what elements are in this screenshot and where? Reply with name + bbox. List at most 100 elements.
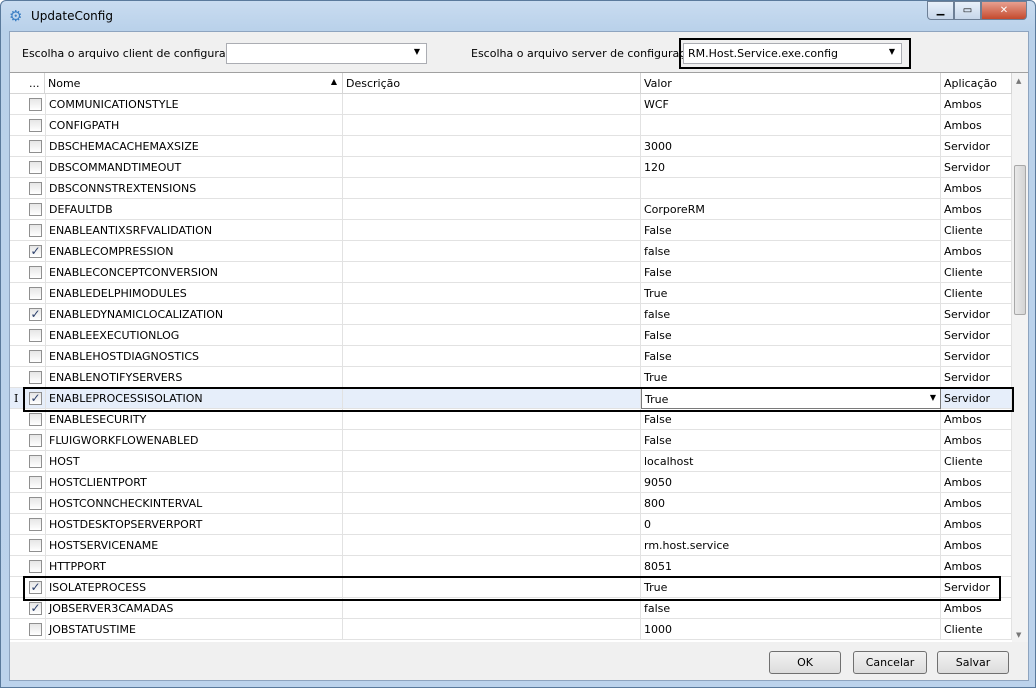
table-row[interactable]: ENABLECONCEPTCONVERSION False Cliente	[10, 262, 1012, 283]
cell-descricao[interactable]	[343, 472, 641, 493]
cell-valor[interactable]: CorporeRM	[641, 199, 941, 220]
column-header-valor[interactable]: Valor	[641, 73, 941, 94]
vertical-scrollbar[interactable]: ▲ ▼	[1012, 73, 1028, 642]
cell-descricao[interactable]	[343, 493, 641, 514]
column-header-descricao[interactable]: Descrição	[343, 73, 641, 94]
cell-descricao[interactable]	[343, 409, 641, 430]
row-checkbox[interactable]	[29, 434, 42, 447]
row-checkbox[interactable]	[29, 560, 42, 573]
table-row[interactable]: HOSTDESKTOPSERVERPORT 0 Ambos	[10, 514, 1012, 535]
row-checkbox[interactable]: ✓	[29, 602, 42, 615]
client-config-select[interactable]: ▼	[226, 43, 427, 64]
cell-valor[interactable]: False	[641, 220, 941, 241]
column-header-nome[interactable]: Nome ▲	[45, 73, 343, 94]
cell-descricao[interactable]	[343, 115, 641, 136]
scrollbar-thumb[interactable]	[1014, 165, 1026, 315]
row-checkbox[interactable]	[29, 539, 42, 552]
table-row[interactable]: ENABLEHOSTDIAGNOSTICS False Servidor	[10, 346, 1012, 367]
scroll-down-icon[interactable]: ▼	[1016, 631, 1021, 639]
row-checkbox[interactable]	[29, 350, 42, 363]
row-checkbox[interactable]	[29, 623, 42, 636]
table-row[interactable]: ENABLENOTIFYSERVERS True Servidor	[10, 367, 1012, 388]
save-button[interactable]: Salvar	[937, 651, 1009, 674]
table-row[interactable]: HTTPPORT 8051 Ambos	[10, 556, 1012, 577]
cell-descricao[interactable]	[343, 514, 641, 535]
cell-descricao[interactable]	[343, 283, 641, 304]
table-row[interactable]: HOSTSERVICENAME rm.host.service Ambos	[10, 535, 1012, 556]
cell-valor[interactable]: False	[641, 346, 941, 367]
table-row[interactable]: HOSTCONNCHECKINTERVAL 800 Ambos	[10, 493, 1012, 514]
cell-valor[interactable]: WCF	[641, 94, 941, 115]
cell-descricao[interactable]	[343, 346, 641, 367]
cell-descricao[interactable]	[343, 451, 641, 472]
cell-valor[interactable]: 120	[641, 157, 941, 178]
maximize-button[interactable]: ▭	[954, 1, 981, 20]
cell-valor[interactable]: false	[641, 241, 941, 262]
cell-descricao[interactable]	[343, 157, 641, 178]
table-row[interactable]: HOST localhost Cliente	[10, 451, 1012, 472]
row-checkbox[interactable]	[29, 413, 42, 426]
row-checkbox[interactable]	[29, 371, 42, 384]
row-checkbox[interactable]	[29, 476, 42, 489]
cell-descricao[interactable]	[343, 136, 641, 157]
cell-descricao[interactable]	[343, 262, 641, 283]
row-checkbox[interactable]	[29, 182, 42, 195]
ok-button[interactable]: OK	[769, 651, 841, 674]
row-checkbox[interactable]	[29, 455, 42, 468]
table-row[interactable]: HOSTCLIENTPORT 9050 Ambos	[10, 472, 1012, 493]
row-checkbox[interactable]	[29, 224, 42, 237]
cell-descricao[interactable]	[343, 241, 641, 262]
cell-descricao[interactable]	[343, 178, 641, 199]
table-row[interactable]: JOBSTATUSTIME 1000 Cliente	[10, 619, 1012, 640]
cell-valor[interactable]: 8051	[641, 556, 941, 577]
row-checkbox[interactable]	[29, 287, 42, 300]
cell-valor[interactable]: 0	[641, 514, 941, 535]
table-row[interactable]: ✓ ENABLECOMPRESSION false Ambos	[10, 241, 1012, 262]
table-row[interactable]: FLUIGWORKFLOWENABLED False Ambos	[10, 430, 1012, 451]
cell-valor[interactable]	[641, 178, 941, 199]
cell-valor[interactable]: localhost	[641, 451, 941, 472]
row-checkbox[interactable]	[29, 98, 42, 111]
table-row[interactable]: CONFIGPATH Ambos	[10, 115, 1012, 136]
row-checkbox[interactable]	[29, 203, 42, 216]
scroll-up-icon[interactable]: ▲	[1016, 77, 1021, 85]
cell-valor[interactable]: False	[641, 409, 941, 430]
row-checkbox[interactable]: ✓	[29, 245, 42, 258]
cell-descricao[interactable]	[343, 325, 641, 346]
column-header-aplicacao[interactable]: Aplicação	[941, 73, 1012, 94]
cell-valor[interactable]: True	[641, 283, 941, 304]
cell-descricao[interactable]	[343, 199, 641, 220]
table-row[interactable]: ✓ JOBSERVER3CAMADAS false Ambos	[10, 598, 1012, 619]
cell-descricao[interactable]	[343, 430, 641, 451]
table-row[interactable]: DBSCOMMANDTIMEOUT 120 Servidor	[10, 157, 1012, 178]
cell-descricao[interactable]	[343, 367, 641, 388]
row-checkbox[interactable]	[29, 119, 42, 132]
cell-descricao[interactable]	[343, 556, 641, 577]
cell-valor[interactable]: True	[641, 367, 941, 388]
minimize-button[interactable]: ▁	[927, 1, 954, 20]
row-checkbox[interactable]	[29, 140, 42, 153]
cell-valor[interactable]	[641, 115, 941, 136]
cell-valor[interactable]: 800	[641, 493, 941, 514]
cell-valor[interactable]: False	[641, 325, 941, 346]
cell-valor[interactable]: False	[641, 430, 941, 451]
cell-descricao[interactable]	[343, 619, 641, 640]
cancel-button[interactable]: Cancelar	[853, 651, 927, 674]
column-header-indicator[interactable]: ...	[26, 73, 45, 94]
row-checkbox[interactable]	[29, 329, 42, 342]
cell-valor[interactable]: 3000	[641, 136, 941, 157]
close-button[interactable]: ✕	[981, 1, 1027, 20]
cell-valor[interactable]: false	[641, 598, 941, 619]
row-checkbox[interactable]	[29, 266, 42, 279]
cell-descricao[interactable]	[343, 94, 641, 115]
row-checkbox[interactable]	[29, 161, 42, 174]
row-checkbox[interactable]	[29, 497, 42, 510]
cell-valor[interactable]: false	[641, 304, 941, 325]
table-row[interactable]: ✓ ENABLEDYNAMICLOCALIZATION false Servid…	[10, 304, 1012, 325]
cell-descricao[interactable]	[343, 535, 641, 556]
table-row[interactable]: DBSCONNSTREXTENSIONS Ambos	[10, 178, 1012, 199]
table-row[interactable]: ENABLEANTIXSRFVALIDATION False Cliente	[10, 220, 1012, 241]
table-row[interactable]: DBSCHEMACACHEMAXSIZE 3000 Servidor	[10, 136, 1012, 157]
table-row[interactable]: ENABLEDELPHIMODULES True Cliente	[10, 283, 1012, 304]
cell-descricao[interactable]	[343, 598, 641, 619]
